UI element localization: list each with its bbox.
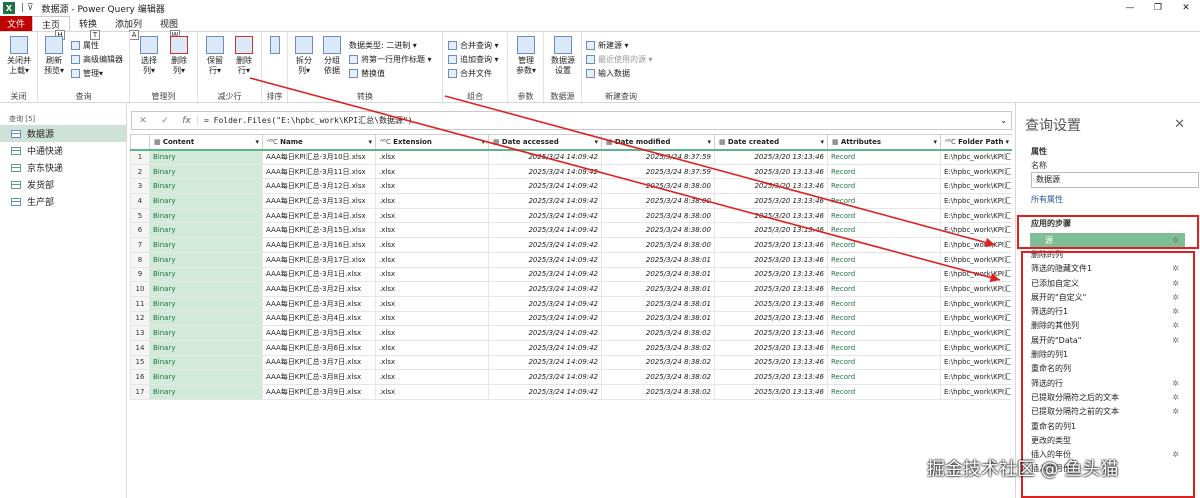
- annotation-arrow: [249, 77, 1001, 283]
- annotation-arrow: [444, 95, 996, 248]
- annotation-arrows: [249, 77, 1001, 283]
- watermark: 掘金技术社区 @ 鱼头猫: [927, 459, 1119, 480]
